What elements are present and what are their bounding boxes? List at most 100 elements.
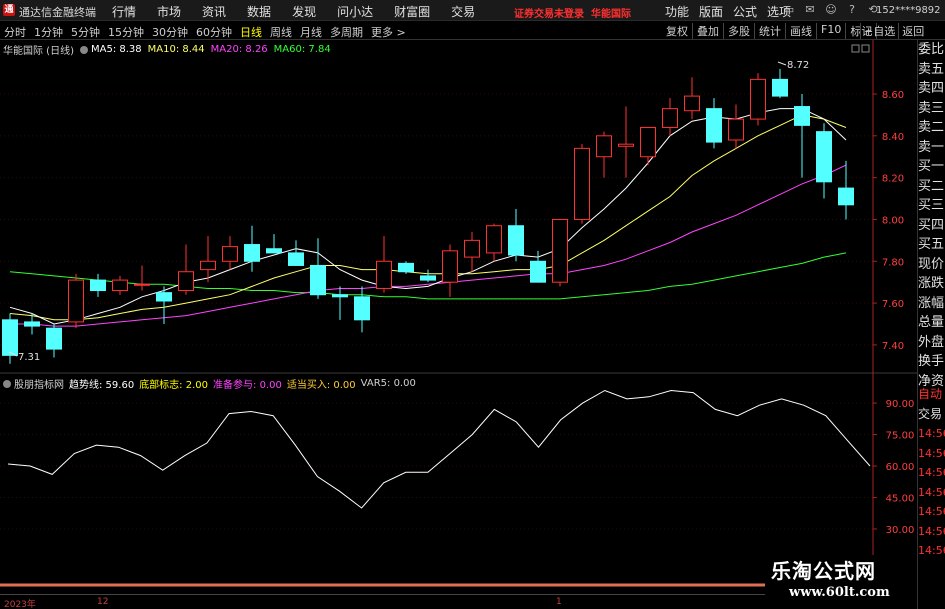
app-title: 通达信金融终端 bbox=[19, 6, 96, 19]
candle-body-up bbox=[222, 246, 238, 262]
candle bbox=[266, 234, 282, 254]
collapse-icon[interactable] bbox=[851, 44, 860, 53]
user-icon[interactable]: ☺ bbox=[824, 3, 838, 16]
chart-header: 华能国际 (日线) MA5: 8.38 MA10: 8.44 MA20: 8.2… bbox=[3, 42, 337, 57]
quote-label[interactable]: 买五 bbox=[918, 235, 944, 255]
price-tick-label: 7.80 bbox=[882, 257, 904, 268]
expand-icon[interactable] bbox=[861, 44, 870, 53]
candle bbox=[816, 123, 832, 199]
period-1min[interactable]: 1分钟 bbox=[34, 24, 63, 40]
tool-multi-stock[interactable]: 多股 bbox=[724, 23, 755, 39]
candle-body-up bbox=[178, 271, 194, 292]
quote-label[interactable]: 换手 bbox=[918, 352, 944, 372]
period-15min[interactable]: 15分钟 bbox=[108, 24, 144, 40]
period-30min[interactable]: 30分钟 bbox=[152, 24, 188, 40]
quote-label[interactable]: 涨幅 bbox=[918, 294, 944, 314]
menu-formula[interactable]: 公式 bbox=[733, 3, 757, 20]
candle-body-down bbox=[310, 264, 326, 296]
mail-icon[interactable]: ✉ bbox=[803, 3, 817, 16]
period-tabs: 分时 1分钟 5分钟 15分钟 30分钟 60分钟 日线 周线 月线 多周期 更… bbox=[4, 24, 414, 40]
high-marker-pointer bbox=[777, 61, 787, 66]
indicator-lines bbox=[7, 389, 871, 509]
period-60min[interactable]: 60分钟 bbox=[196, 24, 232, 40]
period-daily[interactable]: 日线 bbox=[240, 24, 262, 40]
candle bbox=[200, 236, 216, 283]
candle-body-up bbox=[728, 118, 744, 141]
ma10-label: MA10: 8.44 bbox=[147, 44, 205, 55]
help-icon[interactable]: ? bbox=[845, 3, 859, 16]
back-button[interactable]: 返回 bbox=[898, 23, 927, 39]
candle-body-up bbox=[552, 218, 568, 283]
quote-label[interactable]: 买二 bbox=[918, 177, 944, 197]
quote-label[interactable]: 卖三 bbox=[918, 99, 944, 119]
auto-label[interactable]: 自动 bbox=[918, 385, 945, 405]
price-tick-label: 7.60 bbox=[882, 299, 904, 310]
tick-time: 14:56 bbox=[918, 446, 945, 460]
menu-discover[interactable]: 发现 bbox=[292, 3, 316, 20]
indicator-name: 股朋指标网 bbox=[14, 380, 64, 391]
tool-overlay[interactable]: 叠加 bbox=[693, 23, 724, 39]
menu-wealth[interactable]: 财富圈 bbox=[394, 3, 430, 20]
menu-data[interactable]: 数据 bbox=[247, 3, 271, 20]
candle-body-down bbox=[24, 321, 40, 327]
quote-label[interactable]: 现价 bbox=[918, 255, 944, 275]
candle bbox=[376, 236, 392, 293]
quote-label[interactable]: 买一 bbox=[918, 157, 944, 177]
quote-label[interactable]: 卖五 bbox=[918, 60, 944, 80]
candle bbox=[2, 313, 18, 364]
period-more[interactable]: 更多 > bbox=[371, 24, 406, 40]
menu-function[interactable]: 功能 bbox=[665, 3, 689, 20]
quote-label[interactable]: 卖二 bbox=[918, 118, 944, 138]
quote-label[interactable]: 委比 bbox=[918, 40, 944, 60]
add-watchlist-button[interactable]: +自选 bbox=[860, 23, 898, 39]
date-label: 1 bbox=[556, 597, 562, 607]
tool-draw[interactable]: 画线 bbox=[786, 23, 817, 39]
menu-ask[interactable]: 问小达 bbox=[337, 3, 373, 20]
quote-label[interactable]: 卖一 bbox=[918, 138, 944, 158]
tick-time: 14:56 bbox=[918, 485, 945, 499]
period-multi[interactable]: 多周期 bbox=[330, 24, 363, 40]
trade-label[interactable]: 交易 bbox=[918, 405, 945, 425]
settings-dot-icon[interactable] bbox=[79, 45, 88, 54]
low-price-marker: 7.31 bbox=[18, 352, 40, 363]
period-monthly[interactable]: 月线 bbox=[300, 24, 322, 40]
candle-body-up bbox=[618, 143, 634, 147]
candle-body-up bbox=[640, 126, 656, 158]
quote-label[interactable]: 涨跌 bbox=[918, 274, 944, 294]
period-5min[interactable]: 5分钟 bbox=[71, 24, 100, 40]
indicator-bottom: 底部标志: 2.00 bbox=[139, 380, 209, 391]
menu-news[interactable]: 资讯 bbox=[202, 3, 226, 20]
candle bbox=[354, 286, 370, 333]
quote-label[interactable]: 卖四 bbox=[918, 79, 944, 99]
quote-label[interactable]: 买三 bbox=[918, 196, 944, 216]
tool-statistics[interactable]: 统计 bbox=[755, 23, 786, 39]
quote-label[interactable]: 买四 bbox=[918, 216, 944, 236]
menu-market[interactable]: 市场 bbox=[157, 3, 181, 20]
price-tick-label: 8.20 bbox=[882, 174, 904, 185]
tick-time: 14:56 bbox=[918, 524, 945, 538]
price-tick-label: 8.00 bbox=[882, 215, 904, 226]
menu-layout[interactable]: 版面 bbox=[699, 3, 723, 20]
candle bbox=[112, 275, 128, 295]
ma60-label: MA60: 7.84 bbox=[273, 44, 331, 55]
candle bbox=[640, 126, 656, 166]
candle-body-down bbox=[706, 108, 722, 143]
candle-body-down bbox=[354, 296, 370, 321]
period-intraday[interactable]: 分时 bbox=[4, 24, 26, 40]
candle-body-up bbox=[464, 239, 480, 258]
candle-body-down bbox=[838, 187, 854, 206]
user-account[interactable]: 152****9892 bbox=[876, 5, 941, 16]
period-weekly[interactable]: 周线 bbox=[270, 24, 292, 40]
candle-body-down bbox=[420, 275, 436, 281]
tool-f10[interactable]: F10 bbox=[817, 23, 847, 39]
candle bbox=[772, 68, 788, 99]
candle-body-down bbox=[156, 292, 172, 302]
indicator-settings-dot-icon[interactable] bbox=[3, 379, 11, 388]
chart-canvas[interactable]: 7.40 7.60 7.80 8.00 8.20 8.40 8.60 30.00 45.00 6… bbox=[0, 40, 917, 594]
layout-icon[interactable]: ▭ bbox=[782, 3, 796, 16]
menu-quotes[interactable]: 行情 bbox=[112, 3, 136, 20]
menu-trade[interactable]: 交易 bbox=[451, 3, 475, 20]
quote-label[interactable]: 总量 bbox=[918, 313, 944, 333]
tool-adjust[interactable]: 复权 bbox=[662, 23, 693, 39]
quote-label[interactable]: 外盘 bbox=[918, 333, 944, 353]
